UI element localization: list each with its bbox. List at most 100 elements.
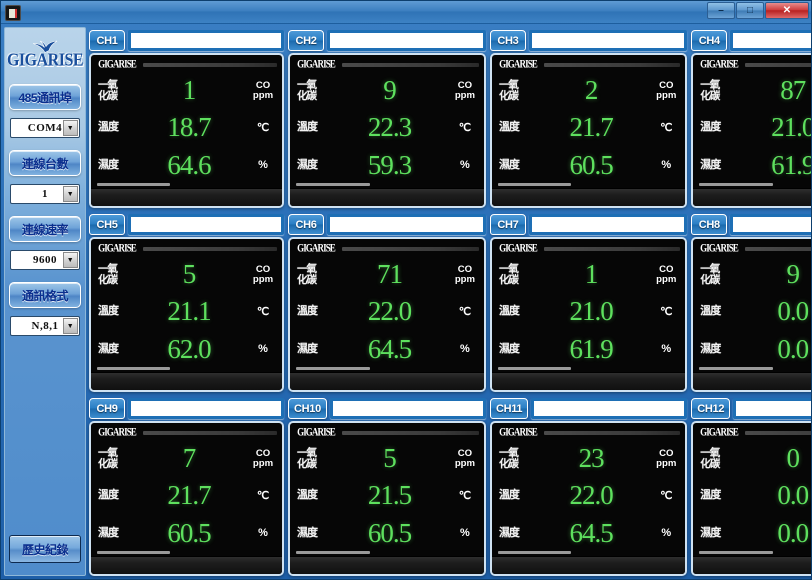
panel-brand: GIGARISE: [295, 426, 479, 439]
channel-cell-ch10: CH10 GIGARISE 一氧 化碳 5 CO ppm 溫度 21.5 ℃ 濕…: [288, 395, 486, 576]
humidity-label: 濕度: [297, 526, 318, 539]
channel-readout-panel: GIGARISE 一氧 化碳 7 CO ppm 溫度 21.7 ℃ 濕度 60.…: [89, 421, 284, 576]
humidity-label: 濕度: [700, 342, 721, 355]
baud-rate-select[interactable]: 9600 ▼: [10, 250, 80, 270]
channel-name-input-ch9[interactable]: [128, 398, 284, 419]
readout-rows: 一氧 化碳 23 CO ppm 溫度 22.0 ℃ 濕度 64.5 %: [492, 440, 685, 552]
temperature-row: 溫度 22.3 ℃: [297, 110, 478, 147]
chevron-down-icon[interactable]: ▼: [63, 120, 78, 136]
co-label-line1: 一氧: [297, 78, 317, 91]
humidity-unit: %: [661, 343, 672, 356]
co-unit-line2: ppm: [252, 457, 274, 469]
temperature-unit: ℃: [660, 305, 673, 318]
main-content: GIGARISE 485通訊埠 COM4 ▼ 連線台數 1 ▼ 連線速率 960…: [1, 24, 812, 579]
co-value: 23: [578, 443, 605, 474]
sidebar-button-com-port[interactable]: 485通訊埠: [9, 84, 81, 110]
channel-name-input-ch7[interactable]: [528, 214, 688, 235]
temperature-label: 溫度: [498, 489, 520, 502]
humidity-value: 0.0: [777, 333, 809, 364]
temperature-label: 溫度: [98, 489, 119, 502]
panel-progress-bar: [699, 551, 773, 554]
channel-tag-ch2[interactable]: CH2: [288, 30, 324, 51]
co-row: 一氧 化碳 23 CO ppm: [499, 440, 679, 477]
channel-readout-panel: GIGARISE 一氧 化碳 9 CO ppm 溫度 22.3 ℃ 濕度 59.…: [288, 53, 486, 208]
minimize-button[interactable]: –: [707, 2, 735, 19]
maximize-button[interactable]: □: [736, 2, 764, 19]
humidity-row: 濕度 60.5 %: [499, 147, 679, 184]
com-port-select[interactable]: COM4 ▼: [10, 118, 80, 138]
temperature-row: 溫度 21.0 ℃: [700, 110, 812, 147]
channel-tag-ch6[interactable]: CH6: [288, 214, 324, 235]
channel-tag-ch9[interactable]: CH9: [89, 398, 125, 419]
channel-header: CH12: [691, 395, 811, 421]
panel-footer-strip: [91, 188, 282, 206]
co-label: 一氧 化碳: [98, 447, 128, 470]
temperature-value: 21.0: [771, 112, 812, 143]
chevron-down-icon[interactable]: ▼: [63, 252, 78, 268]
panel-brand-bar: [143, 62, 277, 67]
humidity-unit: %: [460, 159, 470, 172]
channel-tag-ch11[interactable]: CH11: [489, 398, 529, 419]
co-label-line2: 化碳: [98, 273, 118, 286]
channel-tag-ch10[interactable]: CH10: [288, 398, 327, 419]
channel-name-input-ch2[interactable]: [327, 30, 486, 51]
close-button[interactable]: ✕: [765, 2, 809, 19]
co-unit-line2: ppm: [454, 273, 476, 285]
panel-brand-bar: [342, 246, 479, 251]
co-row: 一氧 化碳 5 CO ppm: [98, 256, 276, 293]
channel-name-input-ch10[interactable]: [329, 398, 486, 419]
channel-cell-ch9: CH9 GIGARISE 一氧 化碳 7 CO ppm 溫度 21.7 ℃ 濕度…: [89, 395, 284, 576]
panel-brand: GIGARISE: [698, 242, 811, 255]
temperature-row: 溫度 21.7 ℃: [98, 478, 276, 515]
panel-progress-bar: [296, 183, 370, 186]
channel-name-input-ch4[interactable]: [730, 30, 811, 51]
sidebar-button-device-count[interactable]: 連線台數: [9, 150, 81, 176]
readout-rows: 一氧 化碳 87 CO ppm 溫度 21.0 ℃ 濕度 61.9: [693, 72, 812, 184]
humidity-value: 64.5: [569, 517, 613, 548]
co-value: 5: [182, 259, 197, 290]
co-label-line1: 一氧: [498, 262, 519, 275]
history-record-button[interactable]: 歷史紀錄: [9, 535, 81, 563]
channel-name-input-ch3[interactable]: [528, 30, 688, 51]
channel-name-input-ch6[interactable]: [327, 214, 486, 235]
channel-name-input-ch11[interactable]: [531, 398, 688, 419]
co-unit-line2: ppm: [656, 273, 677, 285]
co-label: 一氧 化碳: [498, 262, 529, 286]
humidity-label: 濕度: [297, 342, 318, 355]
channel-tag-ch12[interactable]: CH12: [691, 398, 731, 419]
chevron-down-icon[interactable]: ▼: [63, 318, 78, 334]
channel-name-input-ch1[interactable]: [128, 30, 284, 51]
readout-rows: 一氧 化碳 9 CO ppm 溫度 0.0 ℃ 濕度 0.0: [693, 256, 811, 368]
temperature-value: 21.5: [367, 480, 412, 511]
temperature-label: 溫度: [700, 489, 721, 502]
temperature-value: 21.7: [167, 480, 211, 511]
temperature-value: 18.7: [167, 112, 211, 143]
temperature-label: 溫度: [700, 305, 721, 318]
panel-footer-strip: [693, 556, 811, 574]
co-label-line1: 一氧: [700, 262, 720, 275]
co-label-line2: 化碳: [297, 89, 317, 102]
channel-name-input-ch12[interactable]: [733, 398, 811, 419]
chevron-down-icon[interactable]: ▼: [63, 186, 78, 202]
channel-name-input-ch5[interactable]: [128, 214, 284, 235]
panel-brand-text: GIGARISE: [98, 241, 137, 256]
channel-tag-ch3[interactable]: CH3: [489, 30, 526, 51]
humidity-row: 濕度 64.5 %: [297, 331, 478, 368]
device-count-select[interactable]: 1 ▼: [10, 184, 80, 204]
sidebar-button-baud-rate[interactable]: 連線速率: [9, 216, 81, 242]
panel-progress-bar: [97, 551, 170, 554]
sidebar-button-data-format[interactable]: 通訊格式: [9, 282, 81, 308]
panel-footer-strip: [290, 188, 484, 206]
channel-tag-ch7[interactable]: CH7: [489, 214, 526, 235]
channel-tag-ch4[interactable]: CH4: [691, 30, 728, 51]
channel-tag-ch1[interactable]: CH1: [89, 30, 125, 51]
panel-progress-bar: [497, 183, 572, 186]
title-bar: – □ ✕: [1, 1, 811, 24]
channel-name-input-ch8[interactable]: [730, 214, 811, 235]
temperature-row: 溫度 21.7 ℃: [499, 110, 679, 147]
co-label: 一氧 化碳: [700, 262, 730, 286]
data-format-select[interactable]: N,8,1 ▼: [10, 316, 80, 336]
channel-tag-ch5[interactable]: CH5: [89, 214, 125, 235]
channel-tag-ch8[interactable]: CH8: [691, 214, 728, 235]
panel-brand: GIGARISE: [295, 242, 479, 255]
